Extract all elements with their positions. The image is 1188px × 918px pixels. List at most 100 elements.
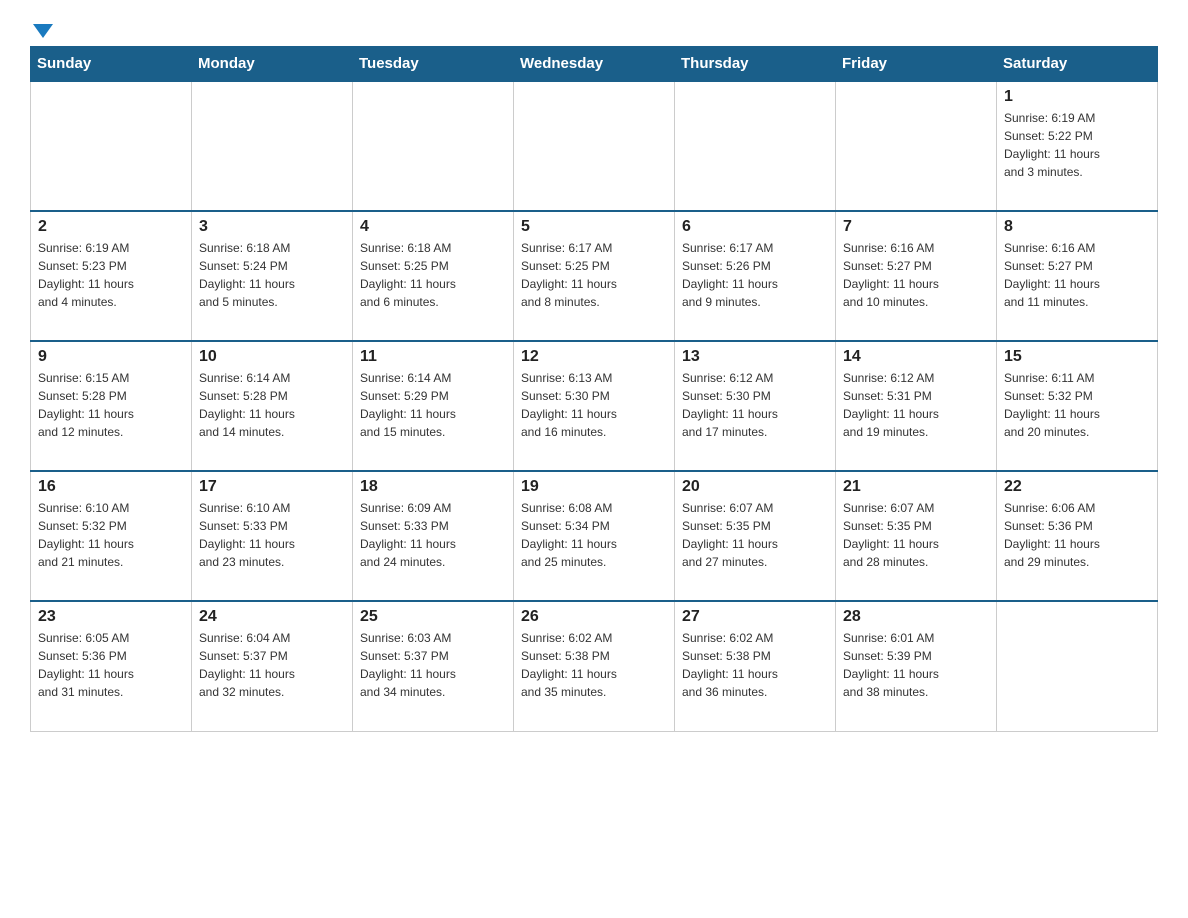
calendar-cell: 17 Sunrise: 6:10 AMSunset: 5:33 PMDayligh…: [192, 471, 353, 601]
calendar-cell: 11 Sunrise: 6:14 AMSunset: 5:29 PMDayligh…: [353, 341, 514, 471]
weekday-header-tuesday: Tuesday: [353, 47, 514, 82]
day-number: 8: [1004, 218, 1150, 236]
calendar-cell: 16 Sunrise: 6:10 AMSunset: 5:32 PMDayligh…: [31, 471, 192, 601]
day-number: 18: [360, 478, 506, 496]
calendar-cell: [675, 81, 836, 211]
week-row-3: 9 Sunrise: 6:15 AMSunset: 5:28 PMDaylight…: [31, 341, 1158, 471]
day-number: 10: [199, 348, 345, 366]
day-info: Sunrise: 6:12 AMSunset: 5:31 PMDaylight:…: [843, 369, 989, 441]
day-info: Sunrise: 6:07 AMSunset: 5:35 PMDaylight:…: [682, 499, 828, 571]
day-number: 11: [360, 348, 506, 366]
day-info: Sunrise: 6:05 AMSunset: 5:36 PMDaylight:…: [38, 629, 184, 701]
day-number: 12: [521, 348, 667, 366]
day-number: 21: [843, 478, 989, 496]
day-number: 26: [521, 608, 667, 626]
day-number: 3: [199, 218, 345, 236]
day-number: 16: [38, 478, 184, 496]
page-header: [30, 20, 1158, 36]
calendar-cell: 13 Sunrise: 6:12 AMSunset: 5:30 PMDayligh…: [675, 341, 836, 471]
day-info: Sunrise: 6:18 AMSunset: 5:25 PMDaylight:…: [360, 239, 506, 311]
calendar-table: SundayMondayTuesdayWednesdayThursdayFrid…: [30, 46, 1158, 732]
day-number: 27: [682, 608, 828, 626]
day-number: 1: [1004, 88, 1150, 106]
calendar-cell: 21 Sunrise: 6:07 AMSunset: 5:35 PMDayligh…: [836, 471, 997, 601]
calendar-cell: [514, 81, 675, 211]
weekday-header-sunday: Sunday: [31, 47, 192, 82]
week-row-4: 16 Sunrise: 6:10 AMSunset: 5:32 PMDayligh…: [31, 471, 1158, 601]
day-info: Sunrise: 6:01 AMSunset: 5:39 PMDaylight:…: [843, 629, 989, 701]
day-info: Sunrise: 6:06 AMSunset: 5:36 PMDaylight:…: [1004, 499, 1150, 571]
calendar-cell: 8 Sunrise: 6:16 AMSunset: 5:27 PMDaylight…: [997, 211, 1158, 341]
day-number: 6: [682, 218, 828, 236]
calendar-cell: [353, 81, 514, 211]
day-number: 9: [38, 348, 184, 366]
day-number: 2: [38, 218, 184, 236]
calendar-cell: 7 Sunrise: 6:16 AMSunset: 5:27 PMDaylight…: [836, 211, 997, 341]
day-info: Sunrise: 6:13 AMSunset: 5:30 PMDaylight:…: [521, 369, 667, 441]
day-number: 23: [38, 608, 184, 626]
day-number: 14: [843, 348, 989, 366]
weekday-header-friday: Friday: [836, 47, 997, 82]
day-info: Sunrise: 6:15 AMSunset: 5:28 PMDaylight:…: [38, 369, 184, 441]
day-info: Sunrise: 6:11 AMSunset: 5:32 PMDaylight:…: [1004, 369, 1150, 441]
day-info: Sunrise: 6:02 AMSunset: 5:38 PMDaylight:…: [682, 629, 828, 701]
day-info: Sunrise: 6:02 AMSunset: 5:38 PMDaylight:…: [521, 629, 667, 701]
day-info: Sunrise: 6:16 AMSunset: 5:27 PMDaylight:…: [1004, 239, 1150, 311]
day-info: Sunrise: 6:14 AMSunset: 5:29 PMDaylight:…: [360, 369, 506, 441]
day-number: 7: [843, 218, 989, 236]
day-info: Sunrise: 6:17 AMSunset: 5:26 PMDaylight:…: [682, 239, 828, 311]
calendar-cell: 9 Sunrise: 6:15 AMSunset: 5:28 PMDaylight…: [31, 341, 192, 471]
calendar-cell: 23 Sunrise: 6:05 AMSunset: 5:36 PMDayligh…: [31, 601, 192, 731]
day-info: Sunrise: 6:08 AMSunset: 5:34 PMDaylight:…: [521, 499, 667, 571]
weekday-header-row: SundayMondayTuesdayWednesdayThursdayFrid…: [31, 47, 1158, 82]
day-number: 4: [360, 218, 506, 236]
calendar-cell: 22 Sunrise: 6:06 AMSunset: 5:36 PMDayligh…: [997, 471, 1158, 601]
calendar-cell: [836, 81, 997, 211]
day-info: Sunrise: 6:14 AMSunset: 5:28 PMDaylight:…: [199, 369, 345, 441]
week-row-2: 2 Sunrise: 6:19 AMSunset: 5:23 PMDaylight…: [31, 211, 1158, 341]
calendar-cell: 28Sunrise: 6:01 AMSunset: 5:39 PMDayligh…: [836, 601, 997, 731]
calendar-cell: 1Sunrise: 6:19 AMSunset: 5:22 PMDaylight…: [997, 81, 1158, 211]
day-info: Sunrise: 6:18 AMSunset: 5:24 PMDaylight:…: [199, 239, 345, 311]
calendar-cell: 20 Sunrise: 6:07 AMSunset: 5:35 PMDayligh…: [675, 471, 836, 601]
calendar-cell: [192, 81, 353, 211]
calendar-cell: 10 Sunrise: 6:14 AMSunset: 5:28 PMDayligh…: [192, 341, 353, 471]
calendar-cell: [31, 81, 192, 211]
calendar-cell: 2 Sunrise: 6:19 AMSunset: 5:23 PMDaylight…: [31, 211, 192, 341]
logo-arrow-icon: [33, 24, 53, 38]
calendar-cell: 18 Sunrise: 6:09 AMSunset: 5:33 PMDayligh…: [353, 471, 514, 601]
weekday-header-thursday: Thursday: [675, 47, 836, 82]
day-number: 15: [1004, 348, 1150, 366]
calendar-cell: 19Sunrise: 6:08 AMSunset: 5:34 PMDayligh…: [514, 471, 675, 601]
calendar-cell: 4 Sunrise: 6:18 AMSunset: 5:25 PMDaylight…: [353, 211, 514, 341]
day-info: Sunrise: 6:19 AMSunset: 5:23 PMDaylight:…: [38, 239, 184, 311]
day-number: 5: [521, 218, 667, 236]
calendar-cell: 15 Sunrise: 6:11 AMSunset: 5:32 PMDayligh…: [997, 341, 1158, 471]
week-row-1: 1Sunrise: 6:19 AMSunset: 5:22 PMDaylight…: [31, 81, 1158, 211]
day-info: Sunrise: 6:07 AMSunset: 5:35 PMDaylight:…: [843, 499, 989, 571]
day-info: Sunrise: 6:12 AMSunset: 5:30 PMDaylight:…: [682, 369, 828, 441]
calendar-cell: 5 Sunrise: 6:17 AMSunset: 5:25 PMDaylight…: [514, 211, 675, 341]
calendar-cell: 12 Sunrise: 6:13 AMSunset: 5:30 PMDayligh…: [514, 341, 675, 471]
day-number: 17: [199, 478, 345, 496]
day-info: Sunrise: 6:17 AMSunset: 5:25 PMDaylight:…: [521, 239, 667, 311]
day-number: 20: [682, 478, 828, 496]
day-number: 25: [360, 608, 506, 626]
day-info: Sunrise: 6:10 AMSunset: 5:32 PMDaylight:…: [38, 499, 184, 571]
day-info: Sunrise: 6:10 AMSunset: 5:33 PMDaylight:…: [199, 499, 345, 571]
week-row-5: 23 Sunrise: 6:05 AMSunset: 5:36 PMDayligh…: [31, 601, 1158, 731]
day-info: Sunrise: 6:04 AMSunset: 5:37 PMDaylight:…: [199, 629, 345, 701]
weekday-header-wednesday: Wednesday: [514, 47, 675, 82]
weekday-header-saturday: Saturday: [997, 47, 1158, 82]
day-info: Sunrise: 6:09 AMSunset: 5:33 PMDaylight:…: [360, 499, 506, 571]
day-number: 13: [682, 348, 828, 366]
calendar-cell: 14 Sunrise: 6:12 AMSunset: 5:31 PMDayligh…: [836, 341, 997, 471]
weekday-header-monday: Monday: [192, 47, 353, 82]
calendar-cell: [997, 601, 1158, 731]
calendar-cell: 3 Sunrise: 6:18 AMSunset: 5:24 PMDaylight…: [192, 211, 353, 341]
day-info: Sunrise: 6:16 AMSunset: 5:27 PMDaylight:…: [843, 239, 989, 311]
day-number: 22: [1004, 478, 1150, 496]
calendar-cell: 24Sunrise: 6:04 AMSunset: 5:37 PMDayligh…: [192, 601, 353, 731]
calendar-cell: 6 Sunrise: 6:17 AMSunset: 5:26 PMDaylight…: [675, 211, 836, 341]
calendar-cell: 25Sunrise: 6:03 AMSunset: 5:37 PMDayligh…: [353, 601, 514, 731]
